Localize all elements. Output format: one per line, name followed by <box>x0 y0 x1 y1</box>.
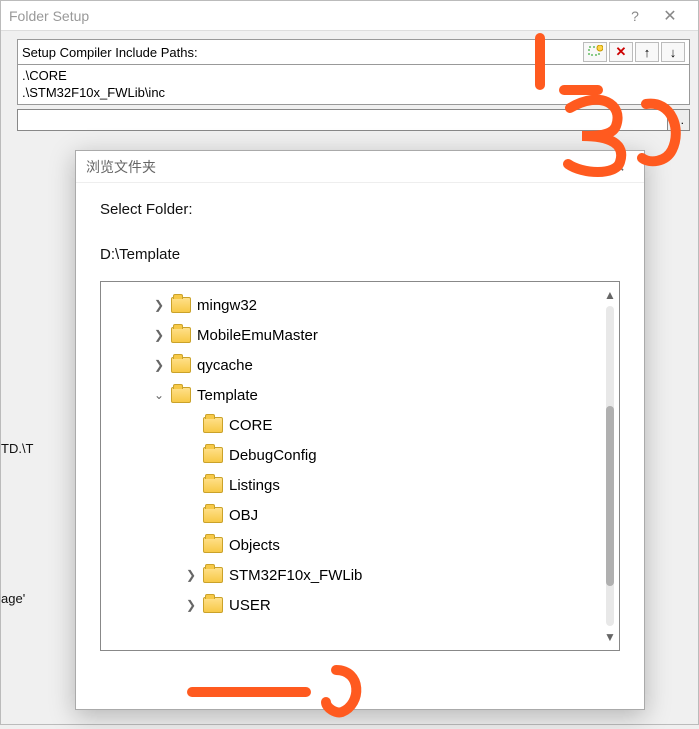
cropped-text: age' <box>1 591 25 606</box>
include-paths-label: Setup Compiler Include Paths: <box>22 45 581 60</box>
help-button[interactable]: ? <box>620 8 650 24</box>
path-input-row: ... <box>17 109 690 131</box>
dialog-titlebar: 浏览文件夹 ✕ <box>76 151 644 183</box>
chevron-right-icon[interactable]: ❯ <box>183 568 199 582</box>
include-paths-list[interactable]: .\CORE .\STM32F10x_FWLib\inc <box>17 65 690 105</box>
chevron-right-icon[interactable]: ❯ <box>183 598 199 612</box>
cropped-text: TD.\T <box>1 441 34 456</box>
new-icon <box>587 45 603 59</box>
folder-icon <box>203 417 223 433</box>
titlebar: Folder Setup ? ✕ <box>1 1 698 31</box>
folder-icon <box>203 477 223 493</box>
tree-item[interactable]: ❯Listings <box>107 470 613 500</box>
chevron-right-icon[interactable]: ❯ <box>151 358 167 372</box>
move-up-button[interactable]: ↑ <box>635 42 659 62</box>
tree-item-label: CORE <box>229 417 272 434</box>
tree-item-label: Objects <box>229 537 280 554</box>
folder-tree[interactable]: ❯ mingw32 ❯ MobileEmuMaster ❯ qycache ⌄ Templat… <box>100 281 620 651</box>
tree-item-label: STM32F10x_FWLib <box>229 567 362 584</box>
tree-item-label: USER <box>229 597 271 614</box>
tree-item[interactable]: ❯Objects <box>107 530 613 560</box>
tree-item[interactable]: ❯ MobileEmuMaster <box>107 320 613 350</box>
folder-icon <box>203 567 223 583</box>
folder-icon <box>203 507 223 523</box>
browse-button[interactable]: ... <box>668 109 690 131</box>
tree-item-label: Template <box>197 387 258 404</box>
scrollbar-track[interactable] <box>606 306 614 626</box>
tree-item[interactable]: ❯DebugConfig <box>107 440 613 470</box>
delete-path-button[interactable]: ✕ <box>609 42 633 62</box>
folder-icon <box>203 447 223 463</box>
folder-icon <box>171 327 191 343</box>
dialog-title: 浏览文件夹 <box>86 157 604 177</box>
tree-item[interactable]: ❯ mingw32 <box>107 290 613 320</box>
tree-item[interactable]: ❯OBJ <box>107 500 613 530</box>
folder-icon <box>171 387 191 403</box>
tree-item-label: OBJ <box>229 507 258 524</box>
tree-item-label: MobileEmuMaster <box>197 327 318 344</box>
scroll-up-icon[interactable]: ▲ <box>604 288 616 302</box>
tree-item[interactable]: ❯ qycache <box>107 350 613 380</box>
folder-icon <box>203 597 223 613</box>
browse-folder-dialog: 浏览文件夹 ✕ Select Folder: D:\Template ❯ ming… <box>75 150 645 710</box>
tree-item-label: qycache <box>197 357 253 374</box>
include-paths-header: Setup Compiler Include Paths: ✕ ↑ ↓ <box>17 39 690 65</box>
tree-item[interactable]: ❯ STM32F10x_FWLib <box>107 560 613 590</box>
new-path-button[interactable] <box>583 42 607 62</box>
window-title: Folder Setup <box>9 8 620 24</box>
scrollbar-thumb[interactable] <box>606 406 614 586</box>
scroll-down-icon[interactable]: ▼ <box>604 630 616 644</box>
tree-item-label: mingw32 <box>197 297 257 314</box>
folder-icon <box>171 297 191 313</box>
scrollbar[interactable]: ▲ ▼ <box>603 288 617 644</box>
tree-item-label: Listings <box>229 477 280 494</box>
dialog-prompt: Select Folder: <box>100 201 620 218</box>
tree-item[interactable]: ❯ USER <box>107 590 613 620</box>
tree-item[interactable]: ⌄ Template <box>107 380 613 410</box>
tree-item[interactable]: ❯CORE <box>107 410 613 440</box>
chevron-right-icon[interactable]: ❯ <box>151 298 167 312</box>
move-down-button[interactable]: ↓ <box>661 42 685 62</box>
close-button[interactable]: ✕ <box>650 6 690 26</box>
folder-icon <box>171 357 191 373</box>
folder-icon <box>203 537 223 553</box>
current-path: D:\Template <box>100 246 620 263</box>
dialog-close-button[interactable]: ✕ <box>604 157 634 177</box>
path-input[interactable] <box>17 109 668 131</box>
tree-item-label: DebugConfig <box>229 447 317 464</box>
chevron-right-icon[interactable]: ❯ <box>151 328 167 342</box>
chevron-down-icon[interactable]: ⌄ <box>151 388 167 402</box>
